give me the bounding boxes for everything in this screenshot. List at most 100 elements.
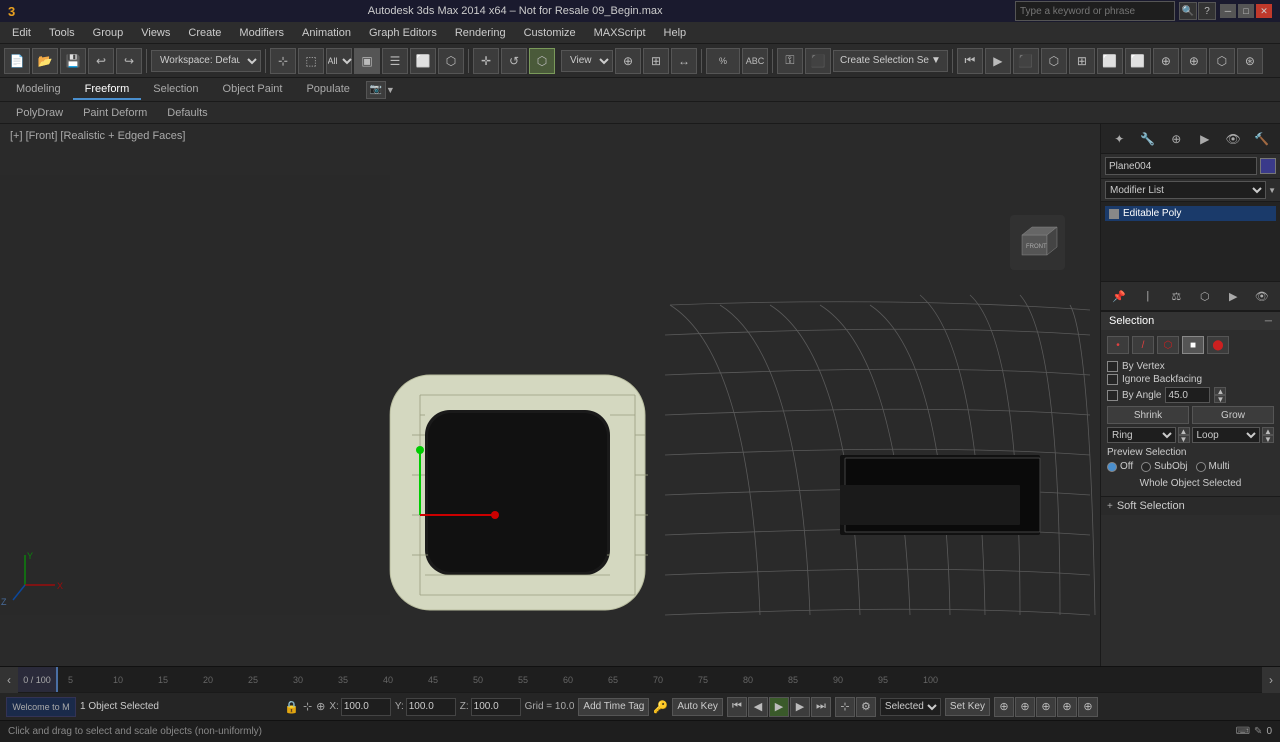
status-icon5[interactable]: ⊕ xyxy=(1078,697,1098,717)
menu-tools[interactable]: Tools xyxy=(41,25,83,41)
abc-btn[interactable]: ABC xyxy=(742,48,768,74)
viewport[interactable]: [+] [Front] [Realistic + Edged Faces] xyxy=(0,124,1100,666)
panel-display-icon[interactable]: 👁 xyxy=(1222,128,1244,150)
filter-dropdown[interactable]: All xyxy=(326,48,352,74)
tb-icon8[interactable]: ⊕ xyxy=(1153,48,1179,74)
save-btn[interactable]: 💾 xyxy=(60,48,86,74)
menu-modifiers[interactable]: Modifiers xyxy=(231,25,292,41)
status-icon3[interactable]: ⊕ xyxy=(1036,697,1056,717)
next-frame-btn[interactable]: ▶ xyxy=(790,697,810,717)
timeline-slider[interactable]: 0 / 100 xyxy=(18,667,58,692)
mesh-icon[interactable]: ⬡ xyxy=(1195,286,1215,306)
move-btn[interactable]: ✛ xyxy=(473,48,499,74)
vertex-mode-icon[interactable]: • xyxy=(1107,336,1129,354)
loop-down[interactable]: ▼ xyxy=(1262,435,1274,443)
tab-modeling[interactable]: Modeling xyxy=(4,80,73,100)
menu-create[interactable]: Create xyxy=(180,25,229,41)
search-icon[interactable]: 🔍 xyxy=(1179,2,1197,20)
preview-subobj-radio[interactable]: SubObj xyxy=(1141,461,1187,472)
key-mode-btn[interactable]: ⊹ xyxy=(835,697,855,717)
select-btn[interactable]: ⊹ xyxy=(270,48,296,74)
stack-checkbox[interactable] xyxy=(1109,209,1119,219)
rect-select-btn[interactable]: ⬜ xyxy=(410,48,436,74)
x-value-field[interactable] xyxy=(341,698,391,716)
lock-icon[interactable]: 🔒 xyxy=(284,700,299,714)
tab-populate[interactable]: Populate xyxy=(294,80,361,100)
go-start-btn[interactable]: ⏮ xyxy=(727,697,747,717)
loop-select[interactable]: Loop xyxy=(1192,427,1261,443)
snap-toggle-btn[interactable]: ⊞ xyxy=(643,48,669,74)
by-angle-field[interactable] xyxy=(1165,387,1210,403)
status-icon4[interactable]: ⊕ xyxy=(1057,697,1077,717)
panel-hierarchy-icon[interactable]: ⊕ xyxy=(1165,128,1187,150)
time-config-btn[interactable]: ⚙ xyxy=(856,697,876,717)
panel-modify-icon[interactable]: 🔧 xyxy=(1137,128,1159,150)
weight-icon[interactable]: ⚖ xyxy=(1166,286,1186,306)
menu-graph-editors[interactable]: Graph Editors xyxy=(361,25,445,41)
tb-icon1[interactable]: ⏮ xyxy=(957,48,983,74)
help-icon[interactable]: ? xyxy=(1198,2,1216,20)
object-name-field[interactable] xyxy=(1105,157,1257,175)
timeline-forward-btn[interactable]: › xyxy=(1262,667,1280,693)
defaults-item[interactable]: Defaults xyxy=(159,105,215,121)
ignore-backfacing-checkbox[interactable] xyxy=(1107,374,1118,385)
maximize-button[interactable]: □ xyxy=(1238,4,1254,18)
camera-icon[interactable]: 📷 xyxy=(366,81,386,99)
paint-deform-item[interactable]: Paint Deform xyxy=(75,105,155,121)
mirror-btn[interactable]: ↔ xyxy=(671,48,697,74)
panel-create-icon[interactable]: ✦ xyxy=(1108,128,1130,150)
render-icon[interactable]: ▶ xyxy=(1223,286,1243,306)
edge-mode-icon[interactable]: / xyxy=(1132,336,1154,354)
filter-select[interactable]: All xyxy=(324,55,355,67)
auto-key-button[interactable]: Auto Key xyxy=(672,698,723,716)
soft-selection-header[interactable]: + Soft Selection xyxy=(1101,496,1280,515)
element-mode-icon[interactable]: ⬤ xyxy=(1207,336,1229,354)
search-input[interactable] xyxy=(1015,1,1175,21)
new-scene-btn[interactable]: 📄 xyxy=(4,48,30,74)
view-dropdown[interactable]: View xyxy=(561,50,613,72)
preview-multi-radio[interactable]: Multi xyxy=(1196,461,1230,472)
tb-icon4[interactable]: ⬡ xyxy=(1041,48,1067,74)
add-time-tag-button[interactable]: Add Time Tag xyxy=(578,698,649,716)
timeline-track[interactable]: 0 / 100 5 10 15 20 25 30 35 40 45 50 55 … xyxy=(18,667,1262,692)
menu-customize[interactable]: Customize xyxy=(516,25,584,41)
render-setup-btn[interactable]: ⬛ xyxy=(805,48,831,74)
tb-icon2[interactable]: ▶ xyxy=(985,48,1011,74)
selection-lock-icon[interactable]: ⊕ xyxy=(316,700,325,713)
tab-selection[interactable]: Selection xyxy=(141,80,210,100)
stack-item-editable-poly[interactable]: Editable Poly xyxy=(1105,206,1276,221)
key-icon[interactable]: 🔑 xyxy=(653,700,668,714)
tb-icon10[interactable]: ⬡ xyxy=(1209,48,1235,74)
polygon-select-btn[interactable]: ⬡ xyxy=(438,48,464,74)
z-value-field[interactable] xyxy=(471,698,521,716)
undo-btn[interactable]: ↩ xyxy=(88,48,114,74)
tb-icon11[interactable]: ⊛ xyxy=(1237,48,1263,74)
select-region-btn[interactable]: ⬚ xyxy=(298,48,324,74)
rotate-btn[interactable]: ↺ xyxy=(501,48,527,74)
menu-views[interactable]: Views xyxy=(133,25,178,41)
tb-icon5[interactable]: ⊞ xyxy=(1069,48,1095,74)
tb-icon3[interactable]: ⬛ xyxy=(1013,48,1039,74)
menu-maxscript[interactable]: MAXScript xyxy=(586,25,654,41)
status-icon1[interactable]: ⊕ xyxy=(994,697,1014,717)
panel-utilities-icon[interactable]: 🔨 xyxy=(1251,128,1273,150)
preview-off-radio[interactable]: Off xyxy=(1107,461,1133,472)
view-mode-btn[interactable]: ⊕ xyxy=(615,48,641,74)
tab-object-paint[interactable]: Object Paint xyxy=(211,80,295,100)
tab-freeform[interactable]: Freeform xyxy=(73,80,142,100)
ring-down[interactable]: ▼ xyxy=(1178,435,1190,443)
menu-animation[interactable]: Animation xyxy=(294,25,359,41)
ring-select[interactable]: Ring xyxy=(1107,427,1176,443)
polygon-mode-icon[interactable]: ■ xyxy=(1182,336,1204,354)
modifier-list-select[interactable]: Modifier List xyxy=(1105,181,1266,199)
menu-group[interactable]: Group xyxy=(85,25,132,41)
redo-btn[interactable]: ↪ xyxy=(116,48,142,74)
bone-icon[interactable]: | xyxy=(1138,286,1158,306)
by-vertex-checkbox[interactable] xyxy=(1107,361,1118,372)
pin-icon[interactable]: 📌 xyxy=(1109,286,1129,306)
selected-dropdown[interactable]: Selected xyxy=(880,698,941,716)
menu-rendering[interactable]: Rendering xyxy=(447,25,514,41)
set-key-button[interactable]: Set Key xyxy=(945,698,990,716)
shrink-button[interactable]: Shrink xyxy=(1107,406,1189,424)
open-btn[interactable]: 📂 xyxy=(32,48,58,74)
